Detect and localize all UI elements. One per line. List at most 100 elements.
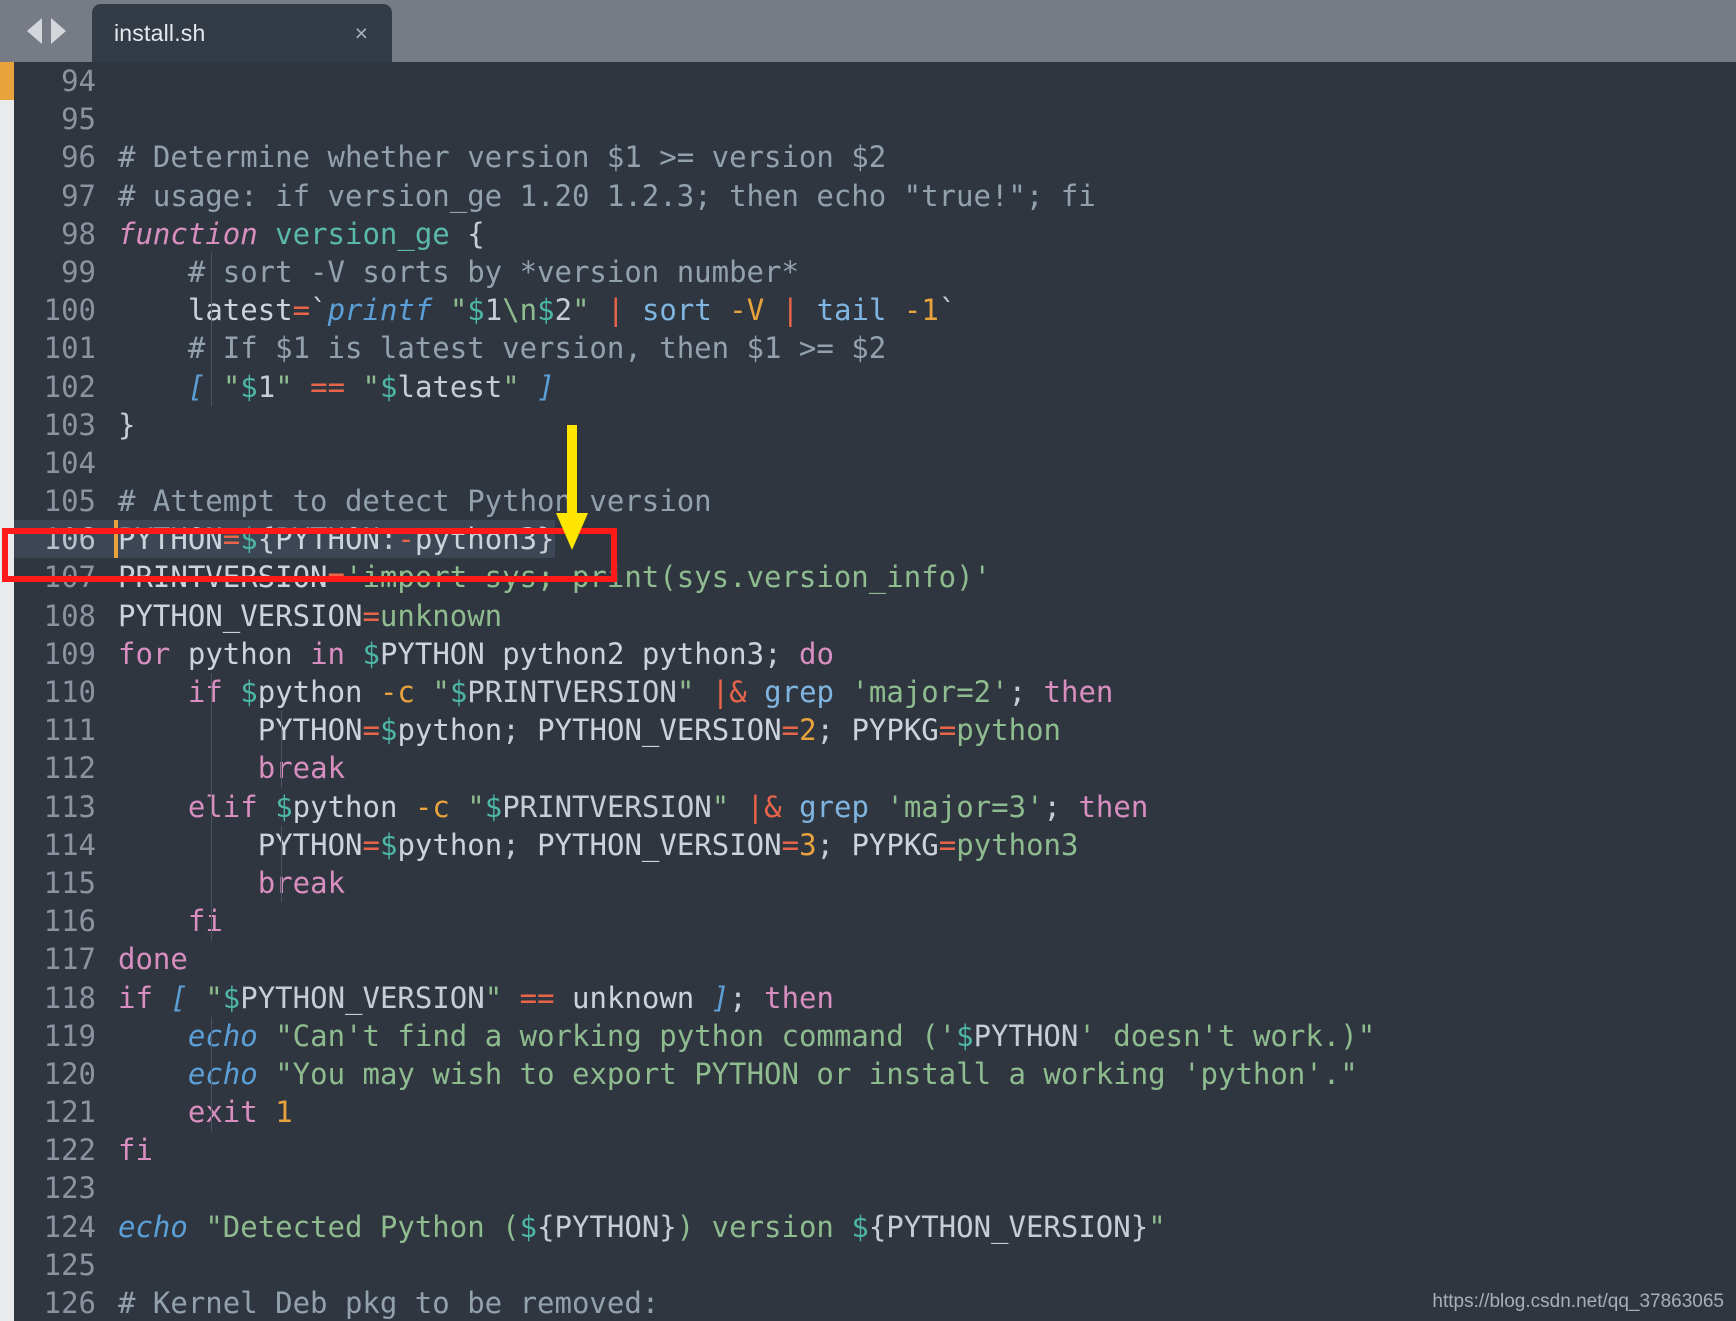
- code-line-content[interactable]: # usage: if version_ge 1.20 1.2.3; then …: [118, 177, 1096, 215]
- code-line-content[interactable]: function version_ge {: [118, 215, 485, 253]
- code-line-content[interactable]: fi: [118, 902, 223, 940]
- line-number: 124: [43, 1209, 96, 1244]
- code-line-110[interactable]: 110 if $python -c "$PRINTVERSION" |& gre…: [14, 673, 1736, 711]
- watermark-text: https://blog.csdn.net/qq_37863065: [1432, 1291, 1724, 1312]
- line-number: 97: [61, 178, 96, 213]
- code-line-content[interactable]: [118, 1169, 135, 1207]
- code-line-95[interactable]: 95: [14, 100, 1736, 138]
- code-line-content[interactable]: PRINTVERSION='import sys; print(sys.vers…: [118, 558, 991, 596]
- line-number: 126: [43, 1286, 96, 1320]
- code-line-content[interactable]: PYTHON=$python; PYTHON_VERSION=3; PYPKG=…: [118, 826, 1079, 864]
- close-icon[interactable]: ×: [349, 20, 374, 47]
- arrow-left-icon[interactable]: [26, 18, 42, 44]
- indent-guide: [210, 673, 212, 941]
- tab-bar: install.sh ×: [0, 0, 1736, 62]
- code-line-content[interactable]: fi: [118, 1131, 153, 1169]
- line-number: 110: [43, 675, 96, 709]
- code-line-116[interactable]: 116 fi: [14, 902, 1736, 940]
- code-line-content[interactable]: # Determine whether version $1 >= versio…: [118, 138, 886, 176]
- code-line-125[interactable]: 125: [14, 1246, 1736, 1284]
- code-line-109[interactable]: 109 for python in $PYTHON python2 python3…: [14, 635, 1736, 673]
- code-line-content[interactable]: echo "Can't find a working python comman…: [118, 1017, 1375, 1055]
- line-number: 109: [43, 636, 96, 671]
- code-line-101[interactable]: 101 # If $1 is latest version, then $1 >…: [14, 329, 1736, 367]
- code-line-112[interactable]: 112 break: [14, 749, 1736, 787]
- line-number: 112: [43, 751, 96, 786]
- code-line-96[interactable]: 96 # Determine whether version $1 >= vers…: [14, 138, 1736, 176]
- line-number: 95: [61, 102, 96, 137]
- code-line-content[interactable]: [ "$1" == "$latest" ]: [118, 368, 555, 406]
- code-line-content[interactable]: break: [118, 749, 345, 787]
- code-line-99[interactable]: 99 # sort -V sorts by *version number*: [14, 253, 1736, 291]
- code-line-121[interactable]: 121 exit 1: [14, 1093, 1736, 1131]
- line-number: 120: [43, 1056, 96, 1091]
- tab-nav-arrows[interactable]: [0, 0, 92, 62]
- code-line-107[interactable]: 107 PRINTVERSION='import sys; print(sys.v…: [14, 558, 1736, 596]
- code-line-content[interactable]: echo "Detected Python (${PYTHON}) versio…: [118, 1208, 1166, 1246]
- code-line-content[interactable]: [118, 1246, 135, 1284]
- arrow-right-icon[interactable]: [50, 18, 66, 44]
- code-line-content[interactable]: [118, 62, 135, 100]
- line-number: 119: [43, 1018, 96, 1053]
- code-line-111[interactable]: 111 PYTHON=$python; PYTHON_VERSION=2; PY…: [14, 711, 1736, 749]
- code-line-114[interactable]: 114 PYTHON=$python; PYTHON_VERSION=3; PY…: [14, 826, 1736, 864]
- line-number: 104: [43, 445, 96, 480]
- code-line-content[interactable]: if [ "$PYTHON_VERSION" == unknown ]; the…: [118, 979, 834, 1017]
- code-line-118[interactable]: 118 if [ "$PYTHON_VERSION" == unknown ]; …: [14, 979, 1736, 1017]
- line-number: 123: [43, 1171, 96, 1206]
- line-number: 115: [43, 865, 96, 900]
- code-line-104[interactable]: 104: [14, 444, 1736, 482]
- code-line-106[interactable]: 106 PYTHON=${PYTHON:-python3}: [14, 520, 1736, 559]
- code-line-108[interactable]: 108 PYTHON_VERSION=unknown: [14, 597, 1736, 635]
- line-number: 117: [43, 942, 96, 977]
- code-line-122[interactable]: 122 fi: [14, 1131, 1736, 1169]
- code-line-content[interactable]: PYTHON=${PYTHON:-python3}: [118, 520, 555, 559]
- code-line-content[interactable]: # If $1 is latest version, then $1 >= $2: [118, 329, 886, 367]
- line-number: 106: [14, 520, 118, 559]
- code-line-content[interactable]: # Kernel Deb pkg to be removed:: [118, 1284, 659, 1321]
- code-line-content[interactable]: # sort -V sorts by *version number*: [118, 253, 799, 291]
- code-line-105[interactable]: 105 # Attempt to detect Python version: [14, 482, 1736, 520]
- code-line-content[interactable]: [118, 444, 135, 482]
- code-line-100[interactable]: 100 latest=`printf "$1\n$2" | sort -V | …: [14, 291, 1736, 329]
- code-line-119[interactable]: 119 echo "Can't find a working python co…: [14, 1017, 1736, 1055]
- line-number: 114: [43, 827, 96, 862]
- code-line-content[interactable]: exit 1: [118, 1093, 293, 1131]
- code-line-content[interactable]: latest=`printf "$1\n$2" | sort -V | tail…: [118, 291, 956, 329]
- line-number: 121: [43, 1095, 96, 1130]
- code-line-content[interactable]: done: [118, 940, 188, 978]
- code-line-103[interactable]: 103}: [14, 406, 1736, 444]
- code-line-content[interactable]: echo "You may wish to export PYTHON or i…: [118, 1055, 1358, 1093]
- code-line-content[interactable]: }: [118, 406, 135, 444]
- code-editor[interactable]: 94 95 96 # Determine whether version $1 >…: [0, 62, 1736, 1321]
- code-line-98[interactable]: 98 function version_ge {: [14, 215, 1736, 253]
- code-line-content[interactable]: PYTHON_VERSION=unknown: [118, 597, 502, 635]
- code-line-content[interactable]: PYTHON=$python; PYTHON_VERSION=2; PYPKG=…: [118, 711, 1061, 749]
- line-number: 107: [43, 560, 96, 595]
- indent-guide: [280, 826, 282, 903]
- line-number: 94: [61, 64, 96, 98]
- code-line-94[interactable]: 94: [14, 62, 1736, 100]
- code-line-113[interactable]: 113 elif $python -c "$PRINTVERSION" |& g…: [14, 788, 1736, 826]
- code-line-115[interactable]: 115 break: [14, 864, 1736, 902]
- code-line-content[interactable]: # Attempt to detect Python version: [118, 482, 712, 520]
- line-number: 105: [43, 484, 96, 519]
- code-lines-container[interactable]: 94 95 96 # Determine whether version $1 >…: [14, 62, 1736, 1321]
- line-number: 100: [43, 293, 96, 328]
- code-line-content[interactable]: [118, 100, 135, 138]
- line-number: 103: [43, 407, 96, 442]
- code-line-123[interactable]: 123: [14, 1169, 1736, 1207]
- line-number: 125: [43, 1247, 96, 1282]
- code-line-content[interactable]: break: [118, 864, 345, 902]
- code-line-124[interactable]: 124 echo "Detected Python (${PYTHON}) ver…: [14, 1208, 1736, 1246]
- code-line-120[interactable]: 120 echo "You may wish to export PYTHON …: [14, 1055, 1736, 1093]
- editor-tab-install-sh[interactable]: install.sh ×: [92, 4, 392, 62]
- code-line-content[interactable]: if $python -c "$PRINTVERSION" |& grep 'm…: [118, 673, 1114, 711]
- code-line-content[interactable]: elif $python -c "$PRINTVERSION" |& grep …: [118, 788, 1148, 826]
- line-number: 101: [43, 331, 96, 366]
- code-line-102[interactable]: 102 [ "$1" == "$latest" ]: [14, 368, 1736, 406]
- code-line-97[interactable]: 97 # usage: if version_ge 1.20 1.2.3; the…: [14, 177, 1736, 215]
- line-number: 111: [43, 713, 96, 748]
- code-line-117[interactable]: 117 done: [14, 940, 1736, 978]
- code-line-content[interactable]: for python in $PYTHON python2 python3; d…: [118, 635, 834, 673]
